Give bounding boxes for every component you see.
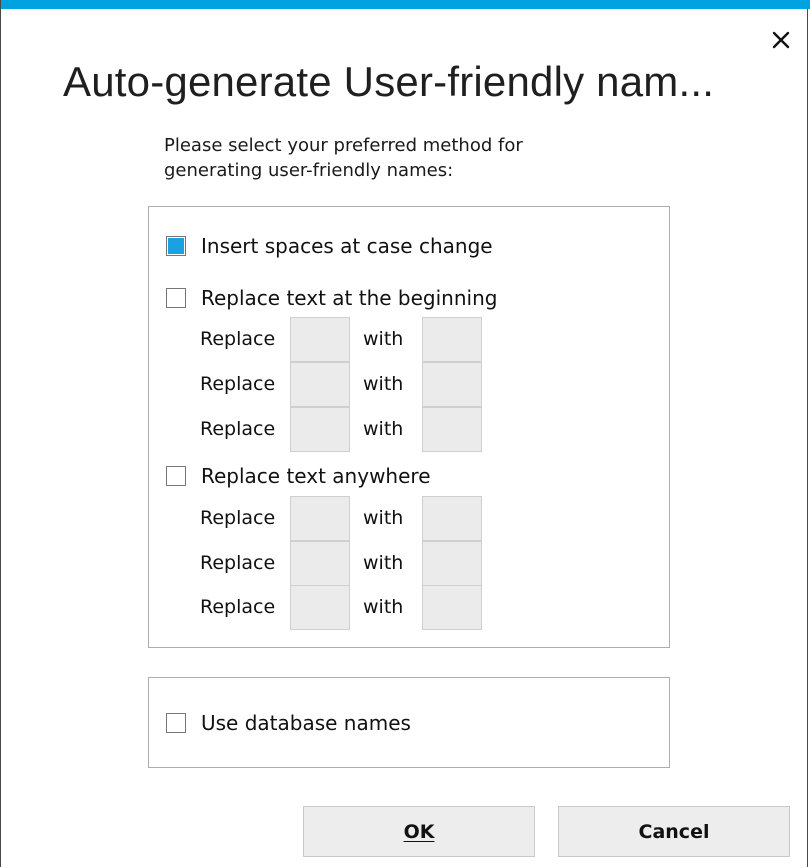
replace-anywhere-from-field-1[interactable] xyxy=(290,496,350,541)
replace-label: Replace xyxy=(200,507,276,529)
replace-anywhere-to-field-1[interactable] xyxy=(422,496,482,541)
checkbox-label: Insert spaces at case change xyxy=(201,234,493,258)
dialog-title: Auto-generate User-friendly nam... xyxy=(63,58,715,105)
replace-beginning-from-field-3[interactable] xyxy=(290,407,350,452)
replace-anywhere-from-field-2[interactable] xyxy=(290,541,350,586)
replace-beginning-to-field-2[interactable] xyxy=(422,362,482,407)
replace-label: Replace xyxy=(200,596,276,618)
with-label: with xyxy=(363,507,404,529)
insert-spaces-checkbox[interactable]: Insert spaces at case change xyxy=(166,234,493,258)
title-accent-bar xyxy=(1,0,810,9)
replace-label: Replace xyxy=(200,418,276,440)
description-text: Please select your preferred method for … xyxy=(164,135,523,181)
ok-button[interactable]: OK xyxy=(303,806,535,857)
with-label: with xyxy=(363,596,404,618)
close-icon xyxy=(772,31,790,49)
with-label: with xyxy=(363,373,404,395)
checkbox-box xyxy=(166,466,186,486)
replace-label: Replace xyxy=(200,373,276,395)
replace-anywhere-from-field-3[interactable] xyxy=(290,585,350,630)
checkbox-label: Replace text at the beginning xyxy=(201,286,498,310)
checked-indicator xyxy=(168,238,184,254)
replace-anywhere-to-field-2[interactable] xyxy=(422,541,482,586)
checked-indicator xyxy=(168,715,184,731)
replace-beginning-to-field-3[interactable] xyxy=(422,407,482,452)
checkbox-box xyxy=(166,713,186,733)
dialog-window: Auto-generate User-friendly nam... Pleas… xyxy=(0,0,810,867)
replace-beginning-from-field-2[interactable] xyxy=(290,362,350,407)
replace-anywhere-to-field-3[interactable] xyxy=(422,585,482,630)
checkbox-box xyxy=(166,236,186,256)
with-label: with xyxy=(363,552,404,574)
replace-beginning-from-field-1[interactable] xyxy=(290,317,350,362)
replace-beginning-to-field-1[interactable] xyxy=(422,317,482,362)
checkbox-box xyxy=(166,288,186,308)
checked-indicator xyxy=(168,290,184,306)
replace-anywhere-checkbox[interactable]: Replace text anywhere xyxy=(166,464,431,488)
with-label: with xyxy=(363,418,404,440)
ok-button-label: OK xyxy=(403,820,435,843)
with-label: with xyxy=(363,328,404,350)
checkbox-label: Replace text anywhere xyxy=(201,464,431,488)
replace-label: Replace xyxy=(200,552,276,574)
cancel-button-label: Cancel xyxy=(638,820,710,843)
close-button[interactable] xyxy=(761,24,801,56)
checked-indicator xyxy=(168,468,184,484)
replace-label: Replace xyxy=(200,328,276,350)
checkbox-label: Use database names xyxy=(201,711,411,735)
cancel-button[interactable]: Cancel xyxy=(558,806,790,857)
replace-beginning-checkbox[interactable]: Replace text at the beginning xyxy=(166,286,497,310)
use-database-names-checkbox[interactable]: Use database names xyxy=(166,711,411,735)
